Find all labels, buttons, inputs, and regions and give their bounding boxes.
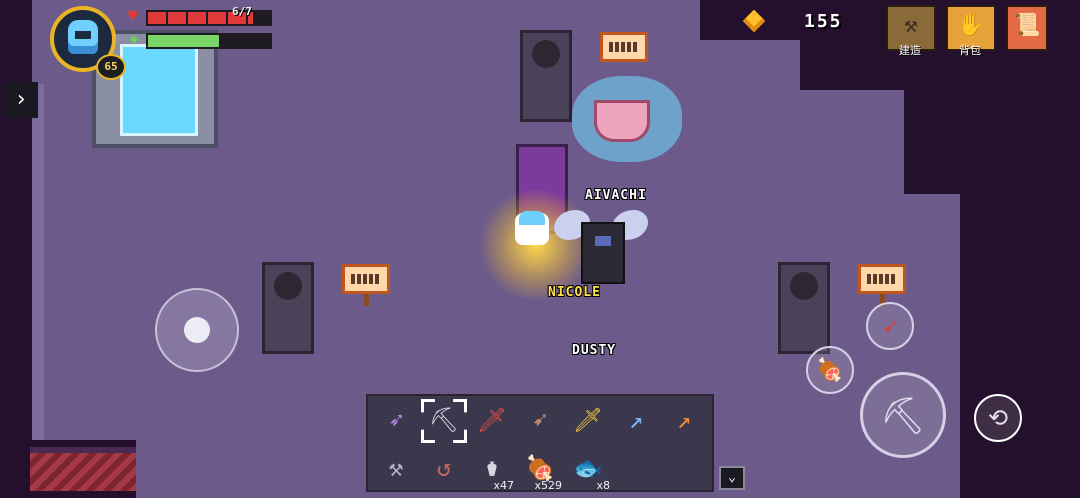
- attack-button[interactable]: ⛏: [860, 372, 946, 458]
- shovel-icon: ⛏: [428, 406, 460, 434]
- backpack-icon: ✋: [957, 13, 985, 38]
- hotbar-slot[interactable]: ⛏: [420, 398, 468, 444]
- hotbar-slot[interactable]: ➹: [516, 398, 564, 444]
- build-label: 建造: [899, 44, 921, 57]
- hotbar-slot[interactable]: ⚱ x47: [468, 446, 516, 492]
- hotbar-slot[interactable]: ➶: [372, 398, 420, 444]
- hotbar-slot[interactable]: ⚒: [372, 446, 420, 492]
- hotbar-slot[interactable]: 🍖 x529: [516, 446, 564, 492]
- hotbar-slot[interactable]: ↗: [612, 398, 660, 444]
- hotbar-slot[interactable]: 🗡: [564, 398, 612, 444]
- sign-post: [364, 294, 369, 306]
- scroll-icon: 📜: [1013, 13, 1041, 38]
- sign-board[interactable]: [342, 264, 390, 294]
- player-name: NICOLE: [548, 285, 601, 300]
- hotbar-slot[interactable]: ↗: [660, 398, 708, 444]
- sign-board[interactable]: [858, 264, 906, 294]
- jar-icon: ⚱: [484, 454, 500, 482]
- energy-icon: ◆: [130, 32, 138, 47]
- red-rug: [30, 447, 136, 491]
- food-button[interactable]: 🍖: [806, 346, 854, 394]
- quest-scroll-button[interactable]: 📜: [1006, 5, 1048, 51]
- statue-pillar[interactable]: [520, 30, 572, 122]
- player-character: [581, 222, 625, 284]
- chevron-right-icon[interactable]: ›: [4, 82, 38, 118]
- chevron-down-icon[interactable]: ⌄: [719, 466, 745, 490]
- item-count: x47: [493, 479, 514, 492]
- heart-icon: ♥: [128, 6, 138, 25]
- hammer-icon: ⚒: [388, 454, 404, 482]
- joystick-knob[interactable]: [184, 317, 210, 343]
- teacup: [594, 100, 650, 142]
- movement-joystick[interactable]: [155, 288, 239, 372]
- item-count: x529: [534, 479, 562, 492]
- bow-icon: ➹: [882, 313, 898, 341]
- floor-top-edge: [32, 84, 44, 498]
- hotbar: ➶ ⛏ 🗡 ➹ 🗡 ↗ ↗ ⚒ ↺ ⚱ x47 🍖 x529 🐟 x8: [366, 394, 714, 492]
- health-bar: [146, 10, 272, 26]
- fish-icon: 🐟: [573, 454, 603, 482]
- energy-bar: [146, 33, 272, 49]
- player-name: DUSTY: [572, 343, 617, 358]
- bow-icon: ➹: [532, 406, 548, 434]
- sign-board[interactable]: [600, 32, 648, 62]
- portal-glass: [120, 44, 198, 136]
- statue-pillar[interactable]: [778, 262, 830, 354]
- hotbar-slot[interactable]: 🐟 x8: [564, 446, 612, 492]
- crossbow-icon: ➶: [388, 406, 404, 434]
- meat-icon: 🍖: [525, 454, 555, 482]
- meat-icon: 🍖: [816, 358, 844, 383]
- fishing-rod-icon: ↺: [436, 454, 452, 482]
- fire-staff-icon: ↗: [676, 406, 692, 434]
- item-count: x8: [596, 479, 610, 492]
- red-sword-icon: 🗡: [476, 406, 508, 434]
- level-badge: 65: [96, 54, 126, 80]
- backpack-label: 背包: [959, 44, 981, 57]
- hotbar-slot[interactable]: ↺: [420, 446, 468, 492]
- dodge-button[interactable]: ⟲: [974, 394, 1022, 442]
- dodge-roll-icon: ⟲: [987, 404, 1009, 432]
- anvil-icon: ⚒: [904, 13, 918, 38]
- dragon-pet: [572, 76, 682, 162]
- player-name: AIVACHI: [585, 188, 647, 203]
- health-text: 6/7: [232, 5, 252, 18]
- statue-pillar[interactable]: [262, 262, 314, 354]
- player-character: [515, 211, 549, 245]
- ice-spear-icon: ↗: [628, 406, 644, 434]
- bow-button[interactable]: ➹: [866, 302, 914, 350]
- hotbar-slot[interactable]: 🗡: [468, 398, 516, 444]
- shovel-icon: ⛏: [880, 396, 926, 437]
- golden-sword-icon: 🗡: [572, 406, 604, 434]
- gem-count: 155: [804, 11, 843, 32]
- helmet-icon: [68, 20, 98, 54]
